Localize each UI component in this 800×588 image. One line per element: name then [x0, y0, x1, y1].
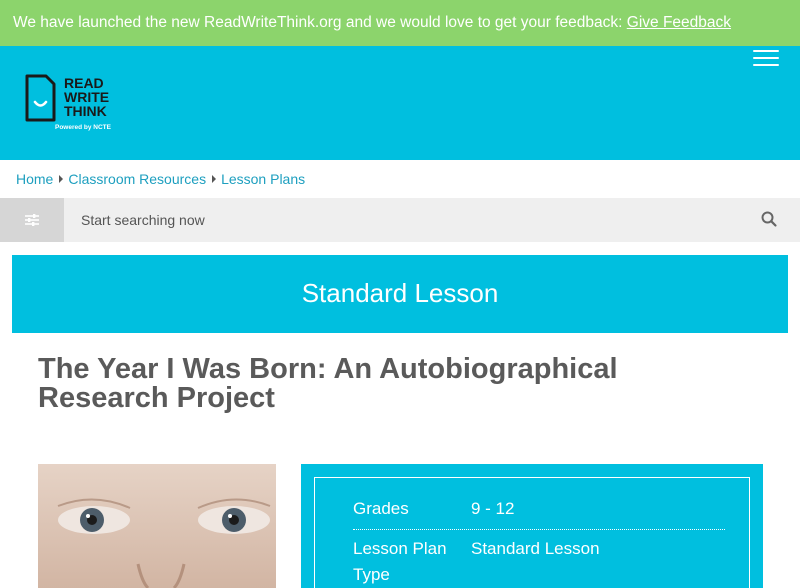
- lesson-type-label: Lesson Plan Type: [353, 539, 447, 584]
- readwritethink-logo[interactable]: READ WRITE THINK Powered by NCTE: [24, 74, 134, 136]
- breadcrumb: Home Classroom Resources Lesson Plans: [16, 170, 305, 188]
- sliders-icon: [25, 214, 39, 226]
- logo-think: THINK: [64, 103, 107, 119]
- lesson-type-banner: Standard Lesson: [12, 255, 788, 333]
- baby-face-image: [38, 464, 276, 588]
- breadcrumb-lesson-plans[interactable]: Lesson Plans: [221, 171, 305, 187]
- breadcrumb-classroom-resources[interactable]: Classroom Resources: [68, 171, 206, 187]
- hamburger-icon[interactable]: [753, 48, 779, 70]
- caret-right-icon: [212, 175, 217, 183]
- give-feedback-link[interactable]: Give Feedback: [627, 14, 731, 31]
- grades-row: Grades 9 - 12: [353, 496, 514, 522]
- feedback-banner-text: We have launched the new ReadWriteThink.…: [13, 14, 627, 31]
- grades-label: Grades: [353, 499, 409, 518]
- lesson-type-row: Lesson Plan Type Standard Lesson: [353, 536, 600, 588]
- logo-tagline: Powered by NCTE: [55, 124, 112, 131]
- site-header: READ WRITE THINK Powered by NCTE: [0, 46, 800, 160]
- lesson-type-value: Standard Lesson: [471, 539, 600, 558]
- lesson-info-inner: Grades 9 - 12 Lesson Plan Type Standard …: [314, 477, 750, 588]
- breadcrumb-home[interactable]: Home: [16, 171, 53, 187]
- search-icon[interactable]: [760, 210, 778, 228]
- search-bar: [0, 198, 800, 242]
- search-input[interactable]: [64, 198, 744, 242]
- page-title: The Year I Was Born: An Autobiographical…: [38, 353, 618, 414]
- lesson-info-box: Grades 9 - 12 Lesson Plan Type Standard …: [301, 464, 763, 588]
- feedback-banner: We have launched the new ReadWriteThink.…: [0, 0, 800, 46]
- info-divider: [353, 529, 725, 530]
- caret-right-icon: [59, 175, 64, 183]
- lesson-image: [38, 464, 276, 588]
- filter-button[interactable]: [0, 198, 64, 242]
- grades-value: 9 - 12: [471, 499, 515, 518]
